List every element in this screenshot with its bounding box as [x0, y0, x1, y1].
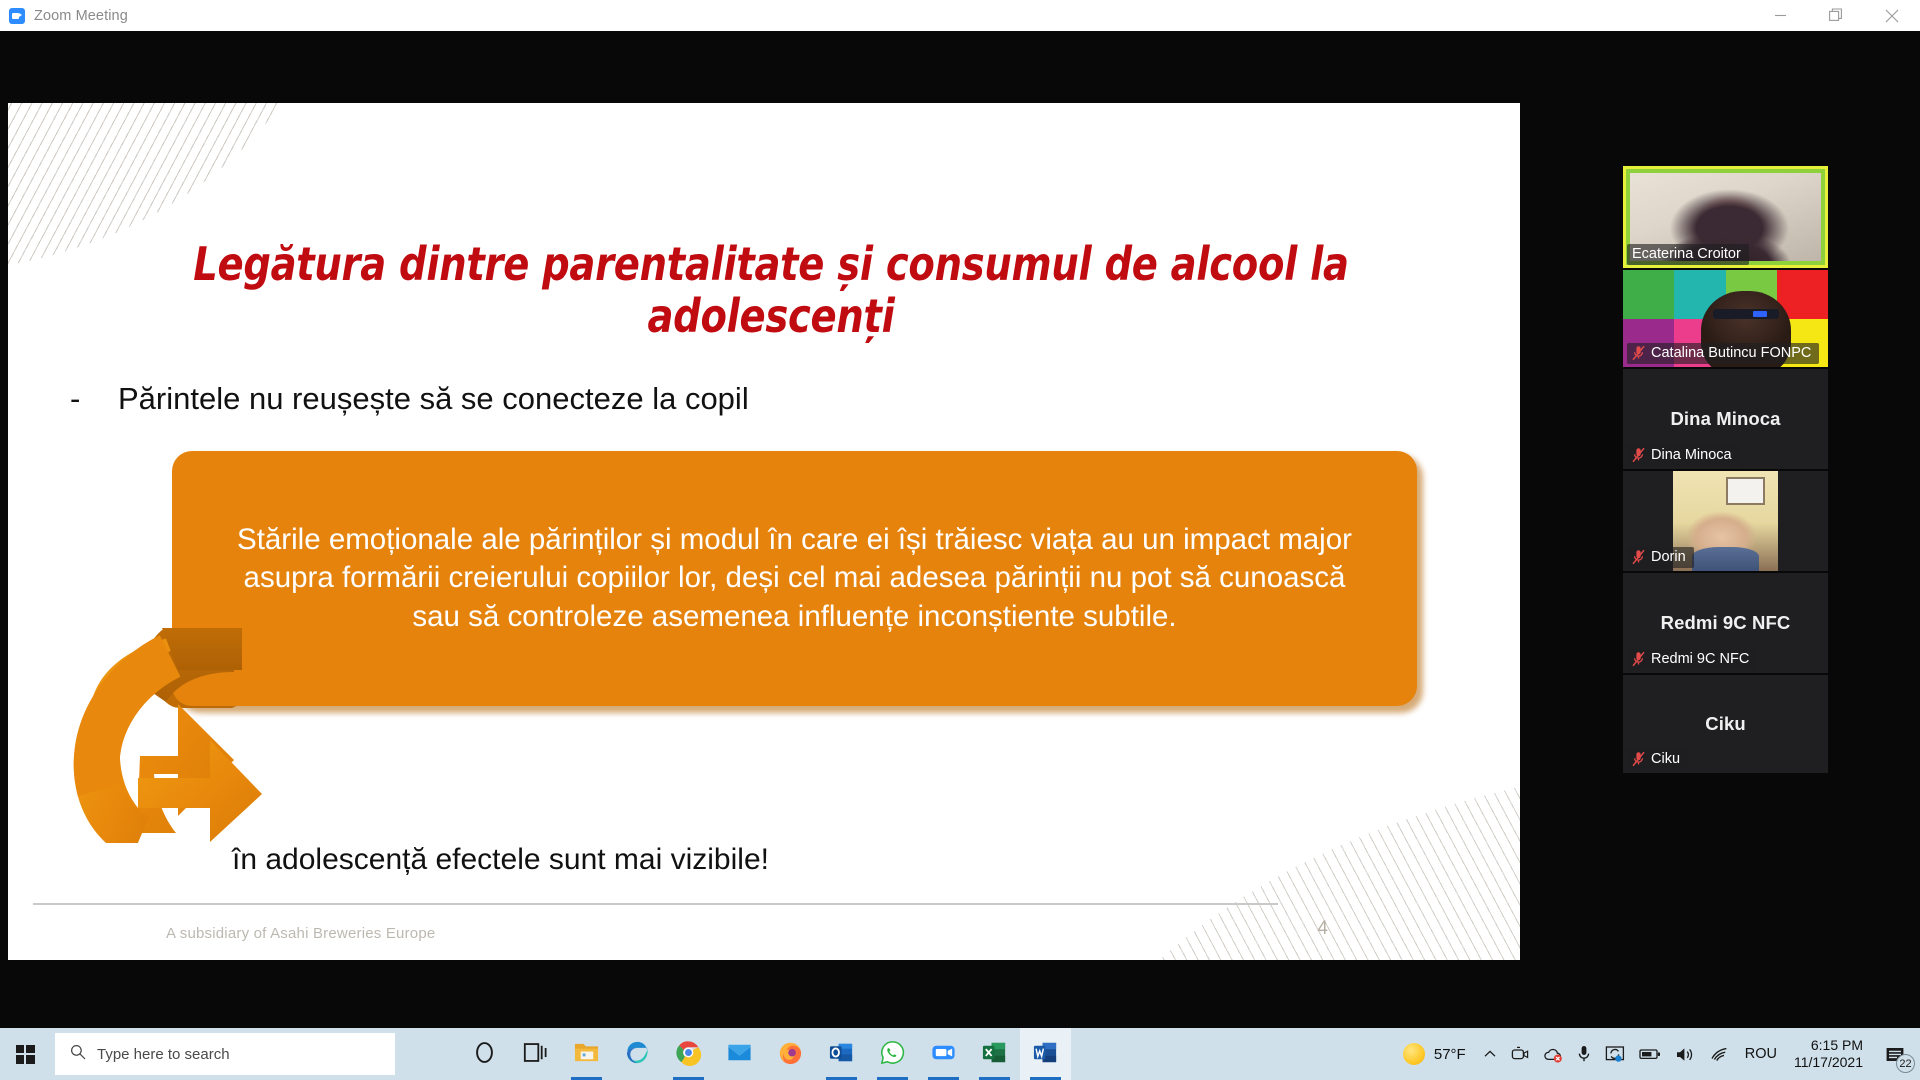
volume-icon[interactable]: [1668, 1028, 1702, 1080]
slide-title: Legătura dintre parentalitate și consumu…: [193, 237, 1349, 343]
participant-name: Ecaterina Croitor: [1632, 246, 1741, 262]
weather-widget[interactable]: 57°F: [1397, 1043, 1476, 1065]
participant-namebar: Dorin: [1627, 547, 1694, 568]
participant-name: Catalina Butincu FONPC: [1651, 345, 1812, 361]
participant-tile-ciku[interactable]: Ciku Ciku: [1623, 675, 1828, 773]
participant-filmstrip[interactable]: Ecaterina Croitor Catalina Butincu FONPC…: [1623, 166, 1828, 775]
participant-namebar: Redmi 9C NFC: [1627, 649, 1758, 670]
participant-name: Dina Minoca: [1651, 447, 1732, 463]
taskbar-firefox-icon[interactable]: [765, 1028, 816, 1080]
start-button[interactable]: [0, 1028, 50, 1080]
footer-note: A subsidiary of Asahi Breweries Europe: [166, 925, 436, 942]
participant-name: Redmi 9C NFC: [1651, 651, 1750, 667]
taskbar-mail-icon[interactable]: [714, 1028, 765, 1080]
taskbar-cortana-icon[interactable]: [459, 1028, 510, 1080]
action-center-icon[interactable]: 22: [1874, 1028, 1916, 1080]
sun-icon: [1402, 1043, 1425, 1065]
search-icon: [70, 1044, 86, 1065]
microphone-muted-icon: [1632, 447, 1645, 463]
taskbar-google-chrome-icon[interactable]: [663, 1028, 714, 1080]
zoom-tray-icon[interactable]: [1504, 1028, 1536, 1080]
participant-placeholder-name: Ciku: [1705, 713, 1746, 734]
weather-temperature: 57°F: [1433, 1045, 1466, 1063]
participant-namebar: Ecaterina Croitor: [1627, 244, 1749, 265]
close-icon[interactable]: [1864, 0, 1920, 31]
taskbar-word-icon[interactable]: [1020, 1028, 1071, 1080]
window-titlebar: Zoom Meeting: [0, 0, 1920, 31]
taskbar-task-view-icon[interactable]: [510, 1028, 561, 1080]
meeting-stage: Legătura dintre parentalitate și consumu…: [0, 31, 1920, 1049]
system-tray: 57°F ROU 6:15 PM 11/17/2021 22: [1397, 1028, 1920, 1080]
curved-arrow-icon: [66, 628, 266, 843]
windows-taskbar: Type here to search 57°F ROU 6:15 PM 11/…: [0, 1028, 1920, 1080]
taskbar-whatsapp-icon[interactable]: [867, 1028, 918, 1080]
microphone-muted-icon: [1632, 651, 1645, 667]
language-indicator[interactable]: ROU: [1736, 1046, 1786, 1062]
clock-widget[interactable]: 6:15 PM 11/17/2021: [1786, 1037, 1874, 1071]
bullet-marker: -: [70, 381, 81, 416]
participant-tile-dina-minoca[interactable]: Dina Minoca Dina Minoca: [1623, 369, 1828, 469]
clock-time: 6:15 PM: [1810, 1036, 1863, 1053]
taskbar-excel-icon[interactable]: [969, 1028, 1020, 1080]
search-input[interactable]: Type here to search: [55, 1033, 395, 1075]
slide-bullet: - Părintele nu reușește să se conecteze …: [70, 381, 749, 417]
shared-slide[interactable]: Legătura dintre parentalitate și consumu…: [8, 103, 1520, 960]
slide-decoration-bottom-right: [1030, 760, 1520, 960]
window-controls: [1752, 0, 1920, 31]
search-placeholder: Type here to search: [97, 1045, 230, 1063]
participant-tile-dorin[interactable]: Dorin: [1623, 471, 1828, 571]
microphone-muted-icon: [1632, 751, 1645, 767]
microphone-muted-icon: [1632, 345, 1645, 361]
participant-namebar: Ciku: [1627, 749, 1689, 770]
minimize-icon[interactable]: [1752, 0, 1808, 31]
windows-logo-icon: [15, 1044, 35, 1064]
taskbar-outlook-icon[interactable]: [816, 1028, 867, 1080]
taskbar-file-explorer-icon[interactable]: [561, 1028, 612, 1080]
clock-date: 11/17/2021: [1793, 1054, 1863, 1070]
participant-namebar: Dina Minoca: [1627, 445, 1740, 466]
restore-icon[interactable]: [1808, 0, 1864, 31]
taskbar-microsoft-edge-icon[interactable]: [612, 1028, 663, 1080]
notification-count-badge: 22: [1896, 1054, 1915, 1073]
zoom-camera-icon: [9, 7, 25, 24]
participant-placeholder-name: Dina Minoca: [1670, 408, 1781, 429]
display-sync-icon[interactable]: [1598, 1028, 1632, 1080]
taskbar-app-list: [459, 1028, 1071, 1080]
orange-callout-box: Stările emoționale ale părinților și mod…: [172, 451, 1417, 706]
participant-tile-ecaterina-croitor[interactable]: Ecaterina Croitor: [1623, 166, 1828, 268]
callout-text: Stările emoționale ale părinților și mod…: [237, 522, 1352, 633]
bullet-label: Părintele nu reușește să se conecteze la…: [118, 381, 749, 416]
footer-divider: [33, 903, 1278, 905]
taskbar-zoom-icon[interactable]: [918, 1028, 969, 1080]
wifi-icon[interactable]: [1702, 1028, 1736, 1080]
microphone-icon[interactable]: [1570, 1028, 1598, 1080]
participant-tile-redmi-9c-nfc[interactable]: Redmi 9C NFC Redmi 9C NFC: [1623, 573, 1828, 673]
participant-tile-catalina-butincu-fonpc[interactable]: Catalina Butincu FONPC: [1623, 270, 1828, 367]
window-title: Zoom Meeting: [34, 7, 128, 24]
microphone-muted-icon: [1632, 549, 1645, 565]
participant-name: Ciku: [1651, 751, 1681, 767]
participant-name: Dorin: [1651, 549, 1686, 565]
slide-tagline: în adolescență efectele sunt mai vizibil…: [232, 843, 769, 876]
onedrive-error-icon[interactable]: [1536, 1028, 1570, 1080]
participant-namebar: Catalina Butincu FONPC: [1627, 343, 1820, 364]
participant-placeholder-name: Redmi 9C NFC: [1660, 612, 1791, 633]
participant-glasses: [1713, 308, 1779, 320]
battery-icon[interactable]: [1632, 1028, 1668, 1080]
chevron-up-icon[interactable]: [1476, 1028, 1504, 1080]
slide-page-number: 4: [1317, 918, 1328, 939]
